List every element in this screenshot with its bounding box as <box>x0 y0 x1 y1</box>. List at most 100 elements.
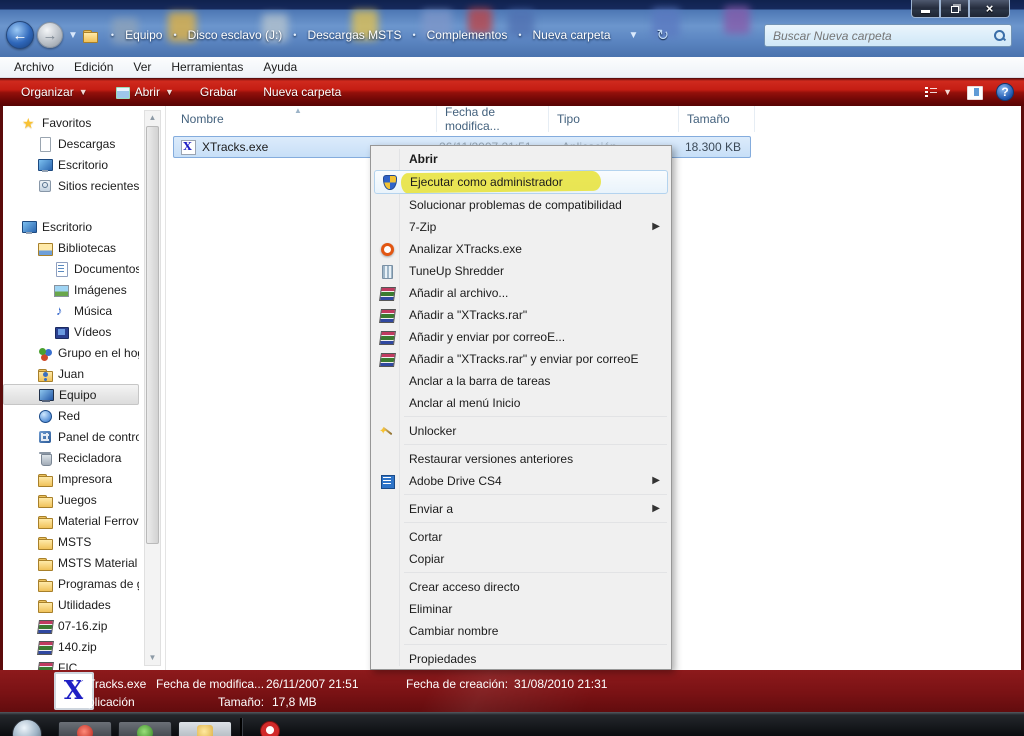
search-input[interactable] <box>771 28 994 44</box>
sidebar-item-utilidades[interactable]: Utilidades <box>3 594 139 615</box>
sidebar-item-recicladora[interactable]: Recicladora <box>3 447 139 468</box>
grabar-button[interactable]: Grabar <box>191 82 246 102</box>
sidebar-item-impresora[interactable]: Impresora <box>3 468 139 489</box>
sidebar-item-equipo[interactable]: Equipo <box>3 384 139 405</box>
sidebar-item-panel-de-control[interactable]: Panel de control <box>3 426 139 447</box>
context-menu-item-a-adir-al-archivo[interactable]: Añadir al archivo... <box>373 282 669 304</box>
menu-item-label: Ejecutar como administrador <box>410 175 563 189</box>
sidebar-item-sitios-recientes[interactable]: Sitios recientes <box>3 175 139 196</box>
sidebar-item-red[interactable]: Red <box>3 405 139 426</box>
column-label: Fecha de modifica... <box>445 105 548 133</box>
context-menu-item-ejecutar-como-administrador[interactable]: Ejecutar como administrador <box>374 170 668 194</box>
sidebar-item-fic[interactable]: FIC <box>3 657 139 670</box>
folder-icon <box>37 576 53 592</box>
sidebar-item-im-genes[interactable]: Imágenes <box>3 279 139 300</box>
sidebar-item-msts-material-fe[interactable]: MSTS Material Fe <box>3 552 139 573</box>
abrir-button[interactable]: Abrir▼ <box>105 81 183 103</box>
file-size: 18.300 KB <box>685 140 741 154</box>
context-menu-item-unlocker[interactable]: Unlocker <box>373 420 669 442</box>
sidebar-scrollbar[interactable]: ▲ ▼ <box>144 110 161 666</box>
sidebar-item-m-sica[interactable]: Música <box>3 300 139 321</box>
breadcrumb-item-disco-esclavo-j[interactable]: Disco esclavo (J:) <box>184 26 287 44</box>
context-menu-item-restaurar-versiones-anteriores[interactable]: Restaurar versiones anteriores <box>373 448 669 470</box>
context-menu-item-tuneup-shredder[interactable]: TuneUp Shredder <box>373 260 669 282</box>
sidebar-item-documentos[interactable]: Documentos <box>3 258 139 279</box>
menu-item-label: Añadir a "XTracks.rar" y enviar por corr… <box>409 352 639 366</box>
sidebar-item-programas-de-gra[interactable]: Programas de gra <box>3 573 139 594</box>
breadcrumb-dropdown-icon[interactable]: ▼ <box>629 30 639 41</box>
sidebar-item-juegos[interactable]: Juegos <box>3 489 139 510</box>
preview-pane-button[interactable] <box>966 84 982 100</box>
breadcrumb-item-complementos[interactable]: Complementos <box>423 26 512 44</box>
sidebar-item-bibliotecas[interactable]: Bibliotecas <box>3 237 139 258</box>
details-size-value: 17,8 MB <box>272 695 317 709</box>
close-button[interactable]: × <box>969 0 1010 18</box>
sidebar-item-140-zip[interactable]: 140.zip <box>3 636 139 657</box>
context-menu-item-eliminar[interactable]: Eliminar <box>373 598 669 620</box>
forward-button[interactable]: → <box>37 22 63 48</box>
context-menu-item-abrir[interactable]: Abrir <box>373 148 669 170</box>
minimize-button[interactable] <box>911 0 940 18</box>
recent-pages-dropdown[interactable]: ▼ <box>68 30 78 41</box>
sidebar-item-grupo-en-el-hoga[interactable]: Grupo en el hoga <box>3 342 139 363</box>
context-menu-item-cortar[interactable]: Cortar <box>373 526 669 548</box>
rar-icon <box>379 285 395 301</box>
menu-herramientas[interactable]: Herramientas <box>161 58 253 76</box>
context-menu-item-solucionar-problemas-de-compatibilidad[interactable]: Solucionar problemas de compatibilidad <box>373 194 669 216</box>
menu-archivo[interactable]: Archivo <box>4 58 64 76</box>
breadcrumb-item-nueva-carpeta[interactable]: Nueva carpeta <box>528 26 614 44</box>
taskbar-icon[interactable] <box>260 721 280 736</box>
menu-ayuda[interactable]: Ayuda <box>253 58 307 76</box>
search-box[interactable] <box>764 24 1012 47</box>
menu-item-label: Enviar a <box>409 502 453 516</box>
column-header-tama-o[interactable]: Tamaño <box>679 106 755 132</box>
context-menu-item-crear-acceso-directo[interactable]: Crear acceso directo <box>373 576 669 598</box>
start-button[interactable] <box>12 719 42 736</box>
refresh-icon[interactable]: ↻ <box>656 26 669 44</box>
back-button[interactable]: ← <box>6 21 34 49</box>
context-menu-item-a-adir-a-xtracks-rar[interactable]: Añadir a "XTracks.rar" <box>373 304 669 326</box>
taskbar-button[interactable] <box>58 721 112 736</box>
sidebar-item-juan[interactable]: Juan <box>3 363 139 384</box>
sidebar-item-label: Vídeos <box>74 325 111 339</box>
sidebar-item-descargas[interactable]: Descargas <box>3 133 139 154</box>
context-menu-item-adobe-drive-cs4[interactable]: Adobe Drive CS4▶ <box>373 470 669 492</box>
views-button[interactable]: ▼ <box>923 84 952 100</box>
organizar-button[interactable]: Organizar▼ <box>12 82 97 102</box>
context-menu-item-copiar[interactable]: Copiar <box>373 548 669 570</box>
nueva-carpeta-button[interactable]: Nueva carpeta <box>254 82 350 102</box>
scroll-up-icon[interactable]: ▲ <box>145 111 160 125</box>
sidebar-item-material-ferrovia[interactable]: Material Ferrovia <box>3 510 139 531</box>
sidebar-item-favoritos[interactable]: Favoritos <box>3 112 139 133</box>
menu-item-label: Cambiar nombre <box>409 624 498 638</box>
sidebar-item-escritorio[interactable]: Escritorio <box>3 216 139 237</box>
menu-ver[interactable]: Ver <box>123 58 161 76</box>
breadcrumb-item-equipo[interactable]: Equipo <box>121 26 166 44</box>
sidebar-item-07-16-zip[interactable]: 07-16.zip <box>3 615 139 636</box>
menu-edici-n[interactable]: Edición <box>64 58 123 76</box>
context-menu-item-cambiar-nombre[interactable]: Cambiar nombre <box>373 620 669 642</box>
context-menu-item-propiedades[interactable]: Propiedades <box>373 648 669 670</box>
context-menu-item-analizar-xtracks-exe[interactable]: Analizar XTracks.exe <box>373 238 669 260</box>
context-menu-item-7-zip[interactable]: 7-Zip▶ <box>373 216 669 238</box>
folder-icon <box>37 513 53 529</box>
column-header-fecha-de-modifica[interactable]: Fecha de modifica... <box>437 106 549 132</box>
taskbar-button[interactable] <box>118 721 172 736</box>
breadcrumb-item-descargas-msts[interactable]: Descargas MSTS <box>303 26 405 44</box>
column-header-nombre[interactable]: Nombre▲ <box>173 106 437 132</box>
context-menu-item-anclar-a-la-barra-de-tareas[interactable]: Anclar a la barra de tareas <box>373 370 669 392</box>
details-pane: X XTracks.exe Aplicación Fecha de modifi… <box>0 670 1024 712</box>
taskbar-button-active[interactable] <box>178 721 232 736</box>
scrollbar-thumb[interactable] <box>146 126 159 544</box>
column-header-tipo[interactable]: Tipo <box>549 106 679 132</box>
context-menu-item-enviar-a[interactable]: Enviar a▶ <box>373 498 669 520</box>
sidebar-item-msts[interactable]: MSTS <box>3 531 139 552</box>
help-button[interactable]: ? <box>996 83 1014 101</box>
context-menu-item-a-adir-y-enviar-por-correoe[interactable]: Añadir y enviar por correoE... <box>373 326 669 348</box>
context-menu-item-a-adir-a-xtracks-rar-y-enviar-por-correoe[interactable]: Añadir a "XTracks.rar" y enviar por corr… <box>373 348 669 370</box>
restore-button[interactable] <box>940 0 969 18</box>
sidebar-item-escritorio[interactable]: Escritorio <box>3 154 139 175</box>
sidebar-item-v-deos[interactable]: Vídeos <box>3 321 139 342</box>
context-menu-item-anclar-al-men-inicio[interactable]: Anclar al menú Inicio <box>373 392 669 414</box>
scroll-down-icon[interactable]: ▼ <box>145 651 160 665</box>
